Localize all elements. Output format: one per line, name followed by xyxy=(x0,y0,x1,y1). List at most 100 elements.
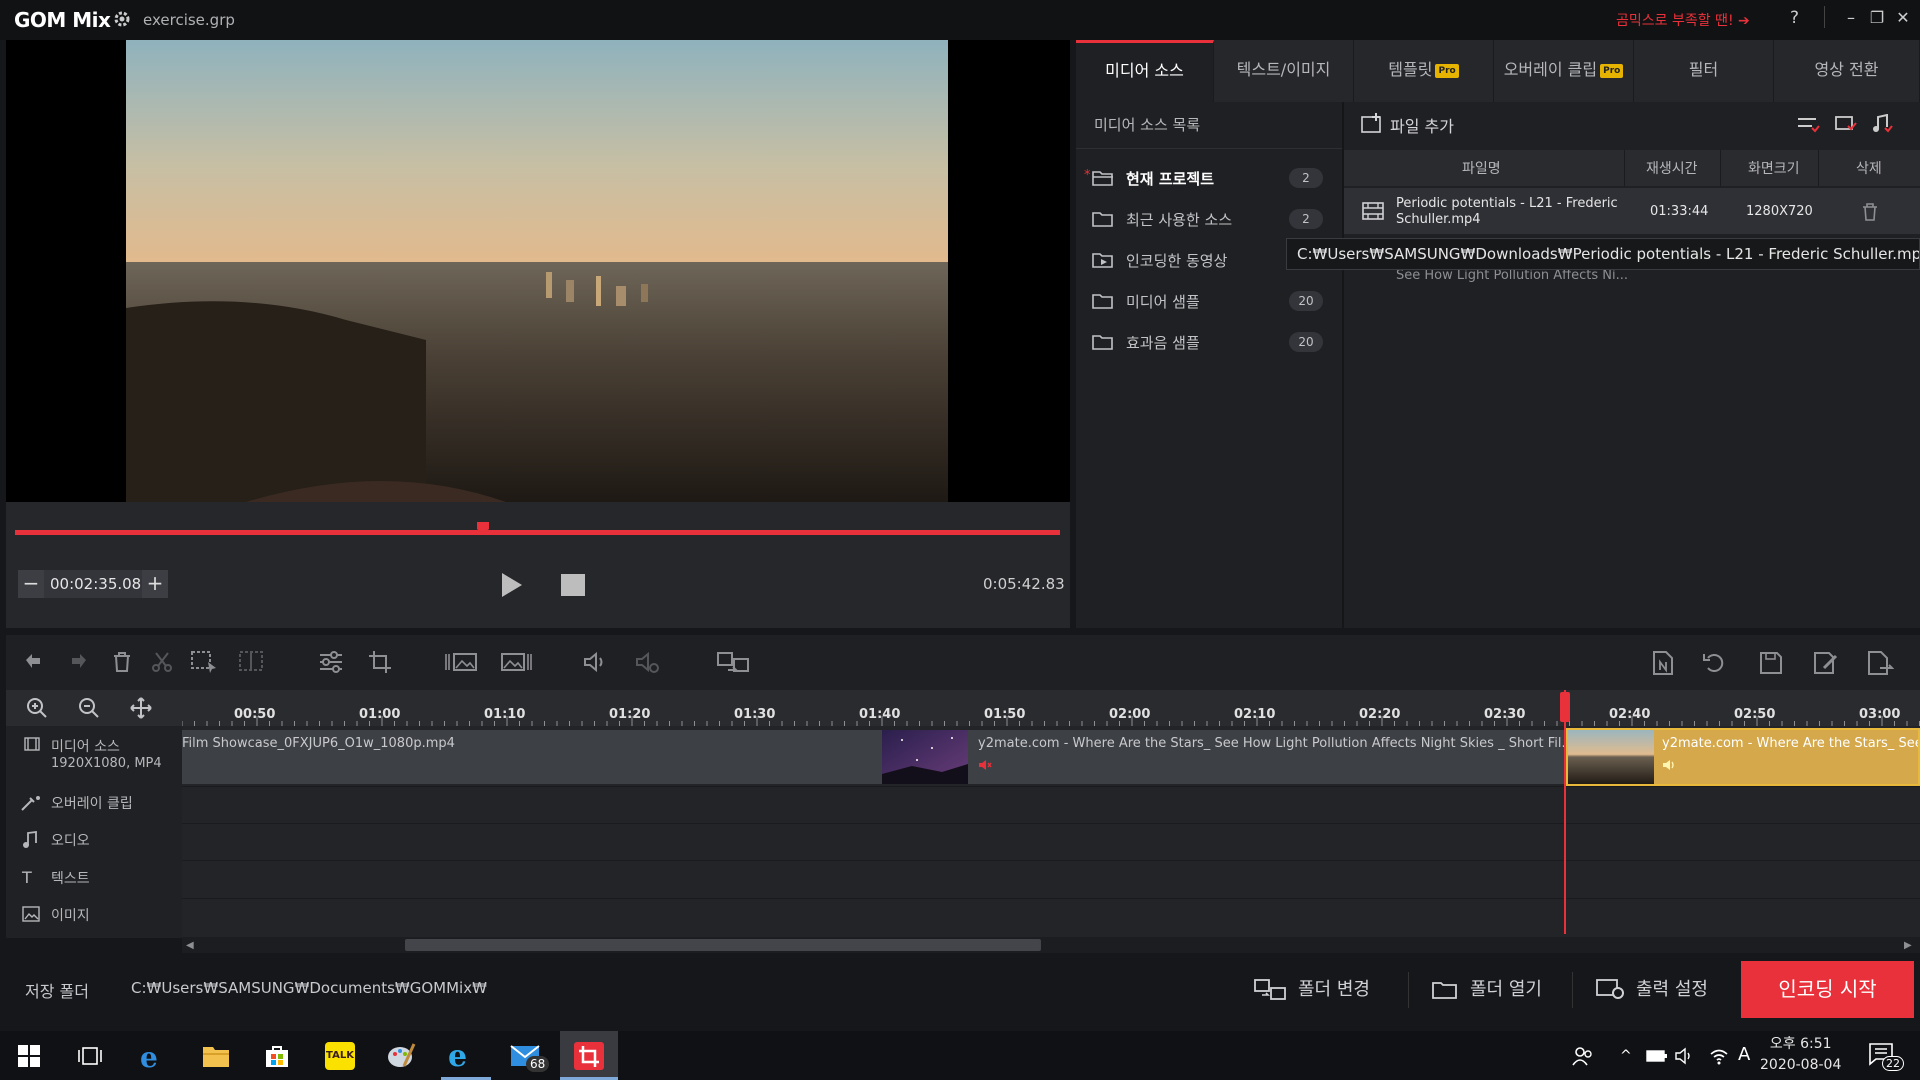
windows-start-icon[interactable] xyxy=(18,1045,40,1067)
save-project-icon[interactable] xyxy=(1758,650,1784,676)
tab-text-image[interactable]: 텍스트/이미지 xyxy=(1214,40,1354,102)
video-frame[interactable] xyxy=(126,40,948,502)
folder-video-icon xyxy=(1092,251,1114,269)
timeline-clip[interactable]: y2mate.com - Where Are the Stars_ See Ho… xyxy=(968,730,1566,784)
store-icon[interactable] xyxy=(264,1043,290,1069)
timecode-plus-button[interactable]: + xyxy=(142,570,168,598)
add-file-button[interactable]: 파일 추가 xyxy=(1390,113,1454,137)
tick-label: 02:30 xyxy=(1484,707,1526,722)
seek-handle[interactable] xyxy=(475,520,491,536)
scrollbar-thumb[interactable] xyxy=(405,939,1041,951)
settings-gear-icon[interactable] xyxy=(112,9,132,29)
task-view-icon[interactable] xyxy=(78,1045,102,1067)
source-item-sound-samples[interactable]: 효과음 샘플 20 xyxy=(1092,327,1332,357)
promo-link[interactable]: 곰믹스로 부족할 땐! ➔ xyxy=(1616,10,1750,30)
track-label-text: 텍스트 xyxy=(51,871,90,887)
split-icon[interactable] xyxy=(238,650,266,674)
track-divider xyxy=(182,898,1920,899)
export-project-icon[interactable] xyxy=(1866,650,1894,676)
paint-icon[interactable] xyxy=(386,1042,416,1070)
music-note-icon[interactable] xyxy=(1870,114,1894,134)
gom-mix-app-icon[interactable] xyxy=(574,1042,604,1070)
current-marker: * xyxy=(1084,168,1091,183)
save-folder-path: C:₩Users₩SAMSUNG₩Documents₩GOMMix₩ xyxy=(131,979,487,997)
file-explorer-icon[interactable] xyxy=(202,1044,230,1068)
muted-speaker-icon[interactable] xyxy=(978,758,992,772)
source-item-current-project[interactable]: 현재 프로젝트 2 xyxy=(1092,163,1332,193)
zoom-in-icon[interactable] xyxy=(26,697,48,719)
tick-label: 02:00 xyxy=(1109,707,1151,722)
scroll-left-icon[interactable]: ◀ xyxy=(186,940,194,951)
cut-icon[interactable] xyxy=(150,650,174,674)
current-timecode[interactable]: 00:02:35.08 xyxy=(50,575,141,593)
col-divider xyxy=(1818,150,1819,186)
file-name-partial: See How Light Pollution Affects Ni... xyxy=(1396,268,1629,283)
fit-timeline-icon[interactable] xyxy=(130,697,152,719)
folder-icon xyxy=(1092,210,1114,228)
tab-label: 필터 xyxy=(1688,60,1719,79)
add-file-icon[interactable] xyxy=(1360,112,1384,134)
col-duration[interactable]: 재생시간 xyxy=(1646,158,1698,178)
play-icon[interactable] xyxy=(500,572,524,598)
change-folder-button[interactable]: 폴더 변경 xyxy=(1254,964,1370,1016)
volume-tray-icon[interactable] xyxy=(1674,1046,1694,1066)
edge-browser-icon[interactable]: e xyxy=(140,1041,158,1074)
wifi-icon[interactable] xyxy=(1708,1046,1730,1066)
tick-label: 01:10 xyxy=(484,707,526,722)
undo-icon[interactable] xyxy=(22,650,46,674)
open-project-icon[interactable] xyxy=(1702,650,1728,676)
close-button[interactable]: ✕ xyxy=(1890,8,1916,32)
tab-template[interactable]: 템플릿 Pro xyxy=(1354,40,1494,102)
count-badge: 20 xyxy=(1289,332,1323,352)
stop-icon[interactable] xyxy=(561,574,585,596)
seek-bar[interactable] xyxy=(15,530,1060,535)
col-divider xyxy=(1624,150,1625,186)
playhead-handle[interactable] xyxy=(1560,692,1570,722)
system-clock[interactable]: 오후 6:51 2020-08-04 xyxy=(1760,1034,1841,1076)
tab-label: 미디어 소스 xyxy=(1105,61,1184,80)
restore-button[interactable]: ❐ xyxy=(1864,8,1890,32)
kakaotalk-icon[interactable]: TALK xyxy=(325,1042,355,1070)
output-settings-button[interactable]: 출력 설정 xyxy=(1596,964,1708,1016)
battery-icon[interactable] xyxy=(1646,1049,1668,1063)
new-project-icon[interactable] xyxy=(1650,650,1676,676)
open-folder-button[interactable]: 폴더 열기 xyxy=(1432,964,1542,1016)
source-item-media-samples[interactable]: 미디어 샘플 20 xyxy=(1092,286,1332,316)
delete-icon[interactable] xyxy=(110,650,134,674)
sort-icon[interactable] xyxy=(1796,114,1820,134)
audio-settings-icon[interactable] xyxy=(634,650,660,674)
tab-overlay-clip[interactable]: 오버레이 클립 Pro xyxy=(1494,40,1634,102)
trash-icon[interactable] xyxy=(1862,203,1878,221)
replace-media-icon[interactable] xyxy=(1834,114,1858,134)
adjust-sliders-icon[interactable] xyxy=(318,650,344,674)
scroll-right-icon[interactable]: ▶ xyxy=(1904,940,1912,951)
select-range-icon[interactable] xyxy=(190,650,218,674)
tab-media-source[interactable]: 미디어 소스 xyxy=(1076,40,1214,102)
help-button[interactable]: ? xyxy=(1790,8,1799,28)
source-item-recent[interactable]: 최근 사용한 소스 2 xyxy=(1092,204,1332,234)
volume-icon[interactable] xyxy=(582,650,608,674)
start-encoding-button[interactable]: 인코딩 시작 xyxy=(1741,961,1914,1018)
ime-indicator[interactable]: A xyxy=(1738,1044,1750,1065)
transition-icon[interactable] xyxy=(716,650,752,674)
source-item-label: 현재 프로젝트 xyxy=(1126,170,1215,188)
track-divider xyxy=(182,823,1920,824)
crop-icon[interactable] xyxy=(368,650,392,674)
col-resolution[interactable]: 화면크기 xyxy=(1748,158,1800,178)
col-filename[interactable]: 파일명 xyxy=(1462,158,1501,178)
playhead[interactable] xyxy=(1564,690,1566,934)
show-hidden-icons-icon[interactable]: ^ xyxy=(1620,1048,1632,1064)
image-right-icon[interactable] xyxy=(500,650,534,674)
people-icon[interactable] xyxy=(1572,1045,1594,1067)
redo-icon[interactable] xyxy=(66,650,90,674)
timecode-minus-button[interactable]: − xyxy=(18,570,44,598)
save-as-icon[interactable] xyxy=(1812,650,1840,676)
timeline-clip[interactable]: Film Showcase_0FXJUP6_O1w_1080p.mp4 xyxy=(182,730,882,784)
minimize-button[interactable]: – xyxy=(1838,8,1864,32)
tab-filter[interactable]: 필터 xyxy=(1634,40,1774,102)
image-left-icon[interactable] xyxy=(444,650,478,674)
tab-transition[interactable]: 영상 전환 xyxy=(1774,40,1920,102)
internet-explorer-icon[interactable]: e xyxy=(448,1039,467,1074)
zoom-out-icon[interactable] xyxy=(78,697,100,719)
folder-icon xyxy=(1092,333,1114,351)
